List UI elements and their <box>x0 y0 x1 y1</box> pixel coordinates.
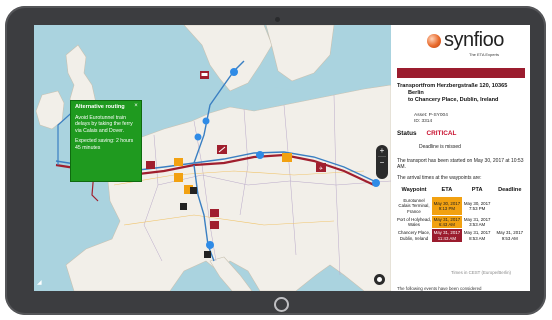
events-note: The following events have been considere… <box>397 286 482 291</box>
table-header-row: Waypoint ETA PTA Deadline <box>397 186 527 196</box>
truck-icon[interactable] <box>204 251 211 258</box>
location-pin-icon[interactable] <box>372 179 380 187</box>
map-attribution-icon: ◢ <box>37 280 42 286</box>
column-header: ETA <box>441 187 453 193</box>
eta-cell: May 31, 2017 11:43 AM <box>432 229 462 242</box>
synfioo-logo: synfioo The ETA Experts <box>427 29 527 61</box>
zoom-control: + − <box>376 145 388 179</box>
status-label: Status <box>397 130 417 137</box>
transport-title: Transportfrom Herzbergstraße 120, 10365 … <box>397 83 527 104</box>
alert-body: Avoid Eurotunnel train delays by taking … <box>75 114 133 134</box>
pta-cell: May 31, 2017 8:53 AM <box>463 230 491 241</box>
truck-icon[interactable] <box>210 221 219 229</box>
location-pin-icon[interactable] <box>202 117 210 125</box>
transport-id: ID: 3314 <box>414 118 433 124</box>
waypoint-cell: Eurotunnel Calais Terminal, France <box>398 198 430 214</box>
deadline-cell: May 31, 2017 9:53 AM <box>496 230 524 241</box>
location-pin-icon[interactable] <box>206 241 214 249</box>
brand-tagline: The ETA Experts <box>469 52 499 57</box>
ferry-icon[interactable] <box>174 158 183 166</box>
close-icon[interactable]: × <box>133 103 139 109</box>
table-row[interactable]: Eurotunnel Calais Terminal, France May 3… <box>397 197 527 215</box>
eta-cell: May 31, 2017 6:43 AM <box>432 215 462 229</box>
table-row[interactable]: Port of Holyhead, Wales May 31, 2017 6:4… <box>397 215 527 229</box>
status-row: Status CRITICAL <box>397 130 456 137</box>
location-pin-icon[interactable] <box>256 151 264 159</box>
alternative-routing-alert[interactable]: × Alternative routing Avoid Eurotunnel t… <box>70 100 142 182</box>
home-button[interactable] <box>274 297 289 312</box>
truck-icon[interactable] <box>210 209 219 217</box>
waypoint-table: Waypoint ETA PTA Deadline Eurotunnel Cal… <box>396 185 528 243</box>
column-header: Waypoint <box>401 187 427 193</box>
asset-info: Asset: P-SY004 ID: 3314 <box>414 113 448 125</box>
brand-name: synfioo <box>444 29 504 51</box>
zoom-out-button[interactable]: − <box>376 157 388 168</box>
deadline-note: Deadline is missed <box>419 144 461 150</box>
timezone-note: Times in CEST (Europe/Berlin) <box>451 270 512 275</box>
map-view[interactable]: ✈ × Alternative routing Avoid Eurotunnel… <box>34 25 391 291</box>
column-header: PTA <box>471 187 483 193</box>
table-row[interactable]: Chancery Place, Dublin, Ireland May 31, … <box>397 229 527 242</box>
logo-ball-icon <box>427 34 441 48</box>
truck-icon[interactable] <box>146 161 155 169</box>
transport-line-2: Berlin <box>408 89 424 96</box>
camera-dot <box>275 17 280 22</box>
plane-icon[interactable]: ✈ <box>316 163 326 172</box>
column-header: Deadline <box>498 187 522 193</box>
location-pin-icon[interactable] <box>194 133 202 141</box>
compass-icon[interactable] <box>374 274 385 285</box>
eta-cell: May 30, 2017 9:13 PM <box>432 197 462 215</box>
truck-icon[interactable] <box>174 173 183 182</box>
accent-bar <box>397 68 525 78</box>
train-icon[interactable] <box>217 145 227 154</box>
pta-cell: May 30, 2017 7:53 PM <box>463 200 491 211</box>
status-badge: CRITICAL <box>426 130 457 137</box>
screen: ✈ × Alternative routing Avoid Eurotunnel… <box>34 25 530 291</box>
truck-icon[interactable] <box>200 71 209 79</box>
alert-saving: Expected saving: 2 hours 45 minutes <box>75 138 134 151</box>
waypoint-cell: Port of Holyhead, Wales <box>397 216 431 228</box>
deadline-cell <box>493 197 527 215</box>
waypoint-cell: Chancery Place, Dublin, Ireland <box>397 230 431 241</box>
deadline-cell <box>493 216 527 229</box>
svg-text:✈: ✈ <box>319 166 323 172</box>
transport-line-1: Transportfrom Herzbergstraße 120, 10365 <box>397 83 508 89</box>
transport-line-3: to Chancery Place, Dublin, Ireland <box>408 96 499 103</box>
alert-title: Alternative routing <box>75 104 125 110</box>
truck-icon[interactable] <box>180 203 187 210</box>
transport-detail-panel: synfioo The ETA Experts Transportfrom He… <box>391 25 530 291</box>
truck-icon[interactable] <box>190 187 197 194</box>
tablet-frame: ✈ × Alternative routing Avoid Eurotunnel… <box>5 6 546 315</box>
zoom-in-button[interactable]: + <box>376 145 388 156</box>
ferry-icon[interactable] <box>282 153 292 162</box>
pta-cell: May 31, 2017 3:53 AM <box>463 216 491 228</box>
location-pin-icon[interactable] <box>230 68 238 76</box>
arrival-note: The arrival times at the waypoints are: <box>397 175 482 181</box>
started-note: The transport has been started on May 30… <box>397 158 524 171</box>
